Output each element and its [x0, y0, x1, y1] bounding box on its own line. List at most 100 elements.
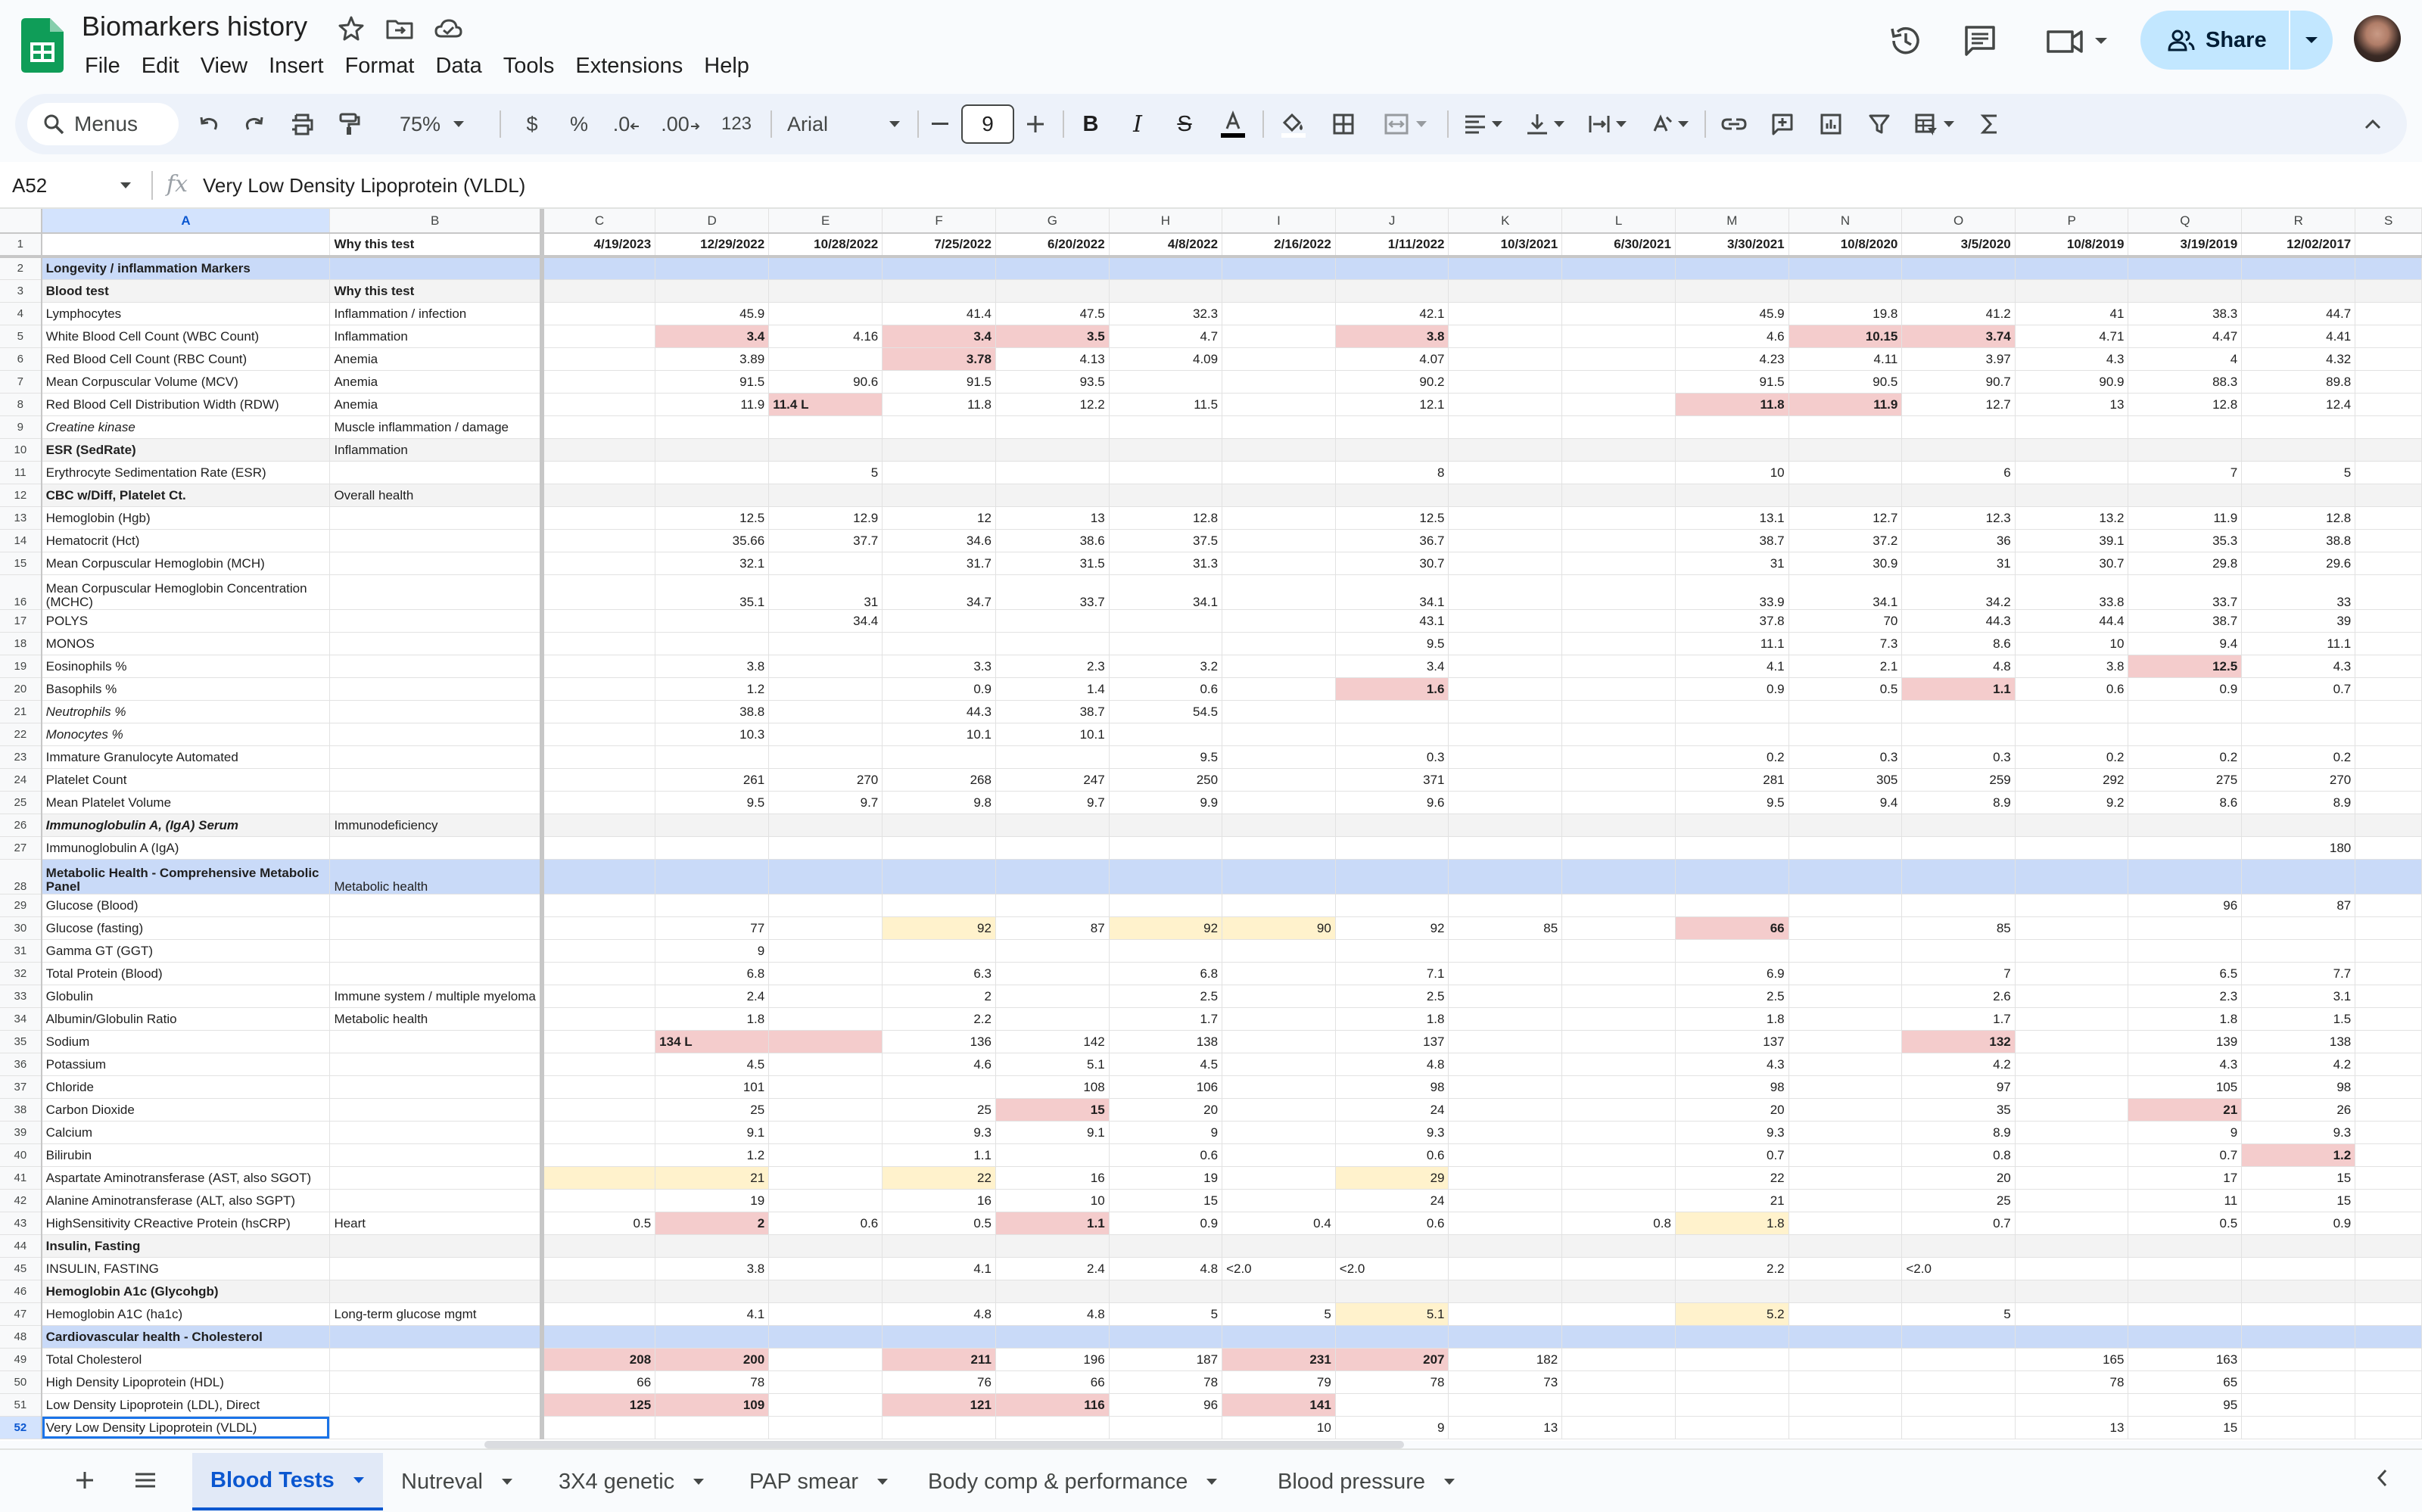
cell[interactable]: 10.15: [1788, 325, 1903, 348]
cell[interactable]: [1448, 484, 1563, 507]
cell[interactable]: [1335, 859, 1449, 894]
cell[interactable]: [768, 859, 883, 894]
cell[interactable]: [768, 1166, 883, 1190]
text-wrapping-button[interactable]: [1580, 94, 1635, 154]
cell[interactable]: [2355, 1007, 2422, 1031]
cell[interactable]: [1901, 723, 2016, 746]
cell[interactable]: [768, 1143, 883, 1167]
cell[interactable]: [541, 1302, 656, 1326]
cell[interactable]: [541, 393, 656, 416]
cell[interactable]: [1561, 1393, 1676, 1417]
cell[interactable]: 4.7: [1109, 325, 1223, 348]
cell[interactable]: 1.5: [2241, 1007, 2356, 1031]
cell[interactable]: [2241, 1257, 2356, 1280]
cell[interactable]: [2015, 1302, 2129, 1326]
cell[interactable]: [541, 574, 656, 610]
cell[interactable]: [2355, 1212, 2422, 1235]
filter-views-button[interactable]: [1907, 94, 1962, 154]
cell[interactable]: [2015, 859, 2129, 894]
cell[interactable]: [882, 609, 996, 633]
cell[interactable]: 0.2: [2015, 745, 2129, 769]
cell[interactable]: 29: [1335, 1166, 1449, 1190]
cell[interactable]: 6/30/2021: [1561, 233, 1676, 258]
cell[interactable]: [2355, 836, 2422, 860]
cell[interactable]: 79: [1222, 1370, 1336, 1394]
cell[interactable]: [995, 894, 1110, 917]
select-all-corner[interactable]: [0, 209, 42, 234]
cell[interactable]: 34.1: [1109, 574, 1223, 610]
cell[interactable]: [2015, 1143, 2129, 1167]
cell[interactable]: [1222, 939, 1336, 963]
cell[interactable]: [541, 1257, 656, 1280]
cell[interactable]: [541, 1325, 656, 1349]
column-header[interactable]: E: [768, 209, 883, 234]
cell[interactable]: 4: [2128, 347, 2243, 371]
cell[interactable]: Creatine kinase: [41, 415, 331, 439]
cell[interactable]: [1901, 859, 2016, 894]
cell[interactable]: 9.3: [1335, 1121, 1449, 1144]
cell[interactable]: 4.5: [655, 1053, 770, 1076]
cell[interactable]: 9.5: [1109, 745, 1223, 769]
cell[interactable]: [541, 1053, 656, 1076]
cell[interactable]: 24: [1335, 1098, 1449, 1122]
row-header[interactable]: 47: [0, 1302, 42, 1326]
cell[interactable]: [882, 1234, 996, 1258]
cell[interactable]: [768, 1348, 883, 1371]
insert-chart-button[interactable]: [1810, 94, 1851, 154]
cell[interactable]: [1561, 529, 1676, 552]
row-header[interactable]: 20: [0, 677, 42, 701]
cell[interactable]: [329, 1280, 544, 1303]
row-header[interactable]: 16: [0, 574, 42, 610]
cell[interactable]: [1109, 1234, 1223, 1258]
cell[interactable]: 33.7: [2128, 574, 2243, 610]
cell[interactable]: 98: [1675, 1075, 1789, 1099]
cell[interactable]: [541, 677, 656, 701]
cell[interactable]: 0.9: [1109, 1212, 1223, 1235]
column-header[interactable]: B: [329, 209, 544, 234]
column-header[interactable]: N: [1788, 209, 1903, 234]
cell[interactable]: White Blood Cell Count (WBC Count): [41, 325, 331, 348]
cell[interactable]: [1561, 393, 1676, 416]
row-header[interactable]: 41: [0, 1166, 42, 1190]
cell[interactable]: 38.7: [995, 700, 1110, 723]
cell[interactable]: 0.2: [2241, 745, 2356, 769]
cell[interactable]: 0.2: [1675, 745, 1789, 769]
cell[interactable]: [2355, 894, 2422, 917]
cell[interactable]: [768, 1098, 883, 1122]
row-header[interactable]: 8: [0, 393, 42, 416]
cell[interactable]: [2015, 894, 2129, 917]
cell[interactable]: [2128, 814, 2243, 837]
cell[interactable]: 108: [995, 1075, 1110, 1099]
cell[interactable]: 5: [2241, 461, 2356, 484]
cell[interactable]: [995, 1325, 1110, 1349]
cell[interactable]: [541, 325, 656, 348]
cell[interactable]: Platelet Count: [41, 768, 331, 792]
cell[interactable]: [1448, 279, 1563, 303]
decrease-decimal-button[interactable]: .0: [606, 94, 648, 154]
cell[interactable]: [1561, 700, 1676, 723]
cell[interactable]: [882, 859, 996, 894]
cell[interactable]: 92: [1109, 916, 1223, 940]
cell[interactable]: 4.8: [995, 1302, 1110, 1326]
cell[interactable]: [1788, 1075, 1903, 1099]
cell[interactable]: 9.5: [655, 791, 770, 814]
cell[interactable]: [1675, 1325, 1789, 1349]
cell[interactable]: 33.7: [995, 574, 1110, 610]
cell[interactable]: [329, 677, 544, 701]
cell[interactable]: [2015, 916, 2129, 940]
cell[interactable]: 15: [2241, 1166, 2356, 1190]
cell[interactable]: [541, 632, 656, 655]
cell[interactable]: [1675, 279, 1789, 303]
cell[interactable]: 44.3: [1901, 609, 2016, 633]
cell[interactable]: 31: [768, 574, 883, 610]
cell[interactable]: 0.5: [1788, 677, 1903, 701]
cell[interactable]: [1222, 1234, 1336, 1258]
cell[interactable]: 1.8: [2128, 1007, 2243, 1031]
cell[interactable]: [1448, 1007, 1563, 1031]
cell[interactable]: 13: [995, 506, 1110, 530]
cell[interactable]: 121: [882, 1393, 996, 1417]
cell[interactable]: 12.3: [1901, 506, 2016, 530]
sheet-tab-pap-smear[interactable]: PAP smear: [749, 1453, 889, 1510]
cell[interactable]: 1.1: [995, 1212, 1110, 1235]
cell[interactable]: [1788, 484, 1903, 507]
